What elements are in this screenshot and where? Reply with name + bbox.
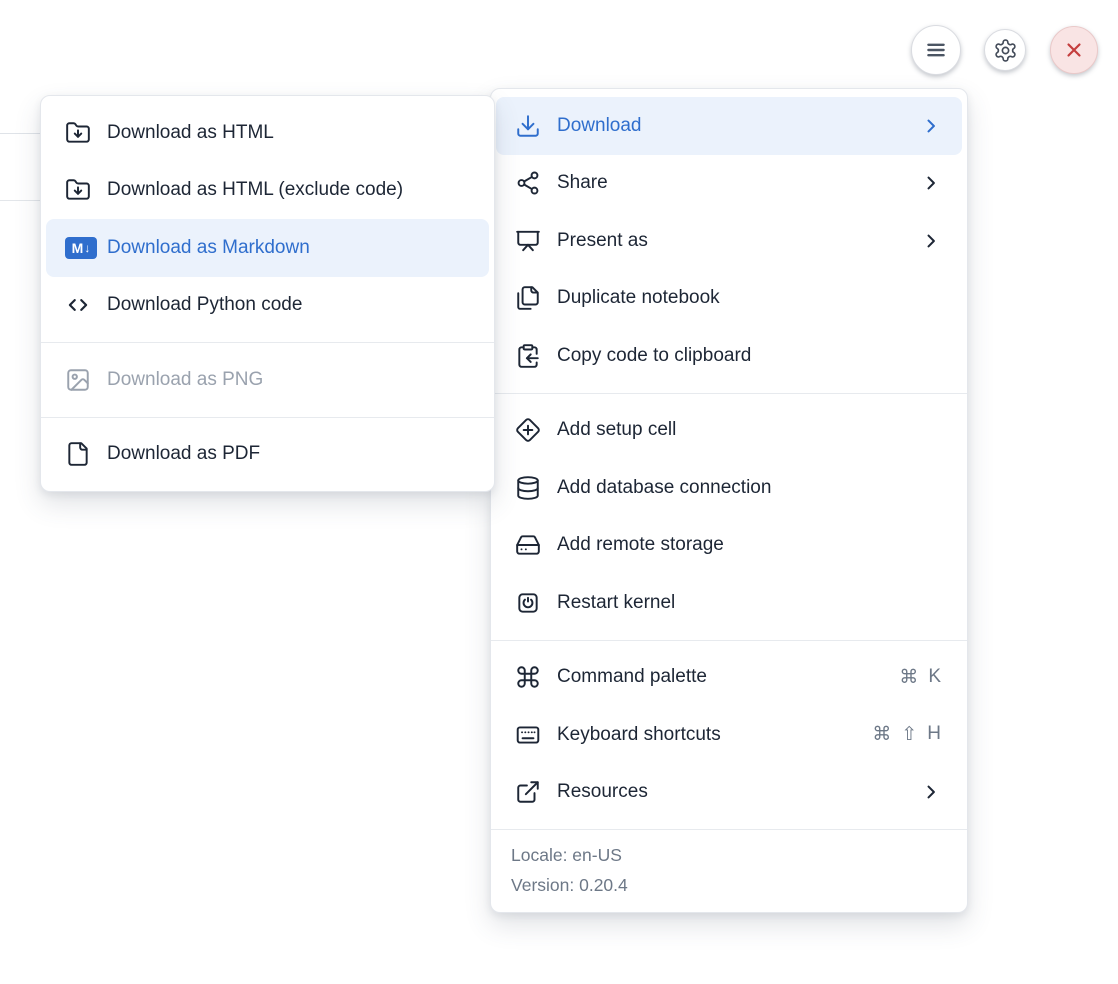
menu-item-label: Restart kernel	[557, 592, 675, 614]
external-link-icon	[515, 779, 541, 805]
shortcut-key: ⇧	[901, 723, 917, 746]
menu-item-restart-kernel[interactable]: Restart kernel	[491, 574, 967, 632]
menu-item-command-palette[interactable]: Command palette⌘K	[491, 649, 967, 707]
menu-item-label: Command palette	[557, 666, 707, 688]
shortcut-key: K	[928, 666, 941, 689]
keyboard-shortcut-hint: ⌘ ⇧ H	[872, 723, 941, 746]
keyboard-icon	[515, 722, 541, 748]
notebook-actions-menu: Download Share Present as Duplicate noteboo…	[490, 88, 968, 913]
menu-item-download[interactable]: Download	[496, 97, 962, 155]
menu-item-label: Add setup cell	[557, 419, 676, 441]
chevron-right-icon	[921, 173, 941, 193]
hamburger-icon	[923, 37, 949, 63]
image-icon	[65, 367, 91, 393]
share-icon	[515, 170, 541, 196]
markdown-icon: M↓	[65, 235, 91, 261]
menu-item-label: Download as PDF	[107, 443, 260, 465]
menu-item-label: Share	[557, 172, 608, 194]
locale-label: Locale: en-US	[511, 840, 947, 870]
keyboard-shortcut-hint: ⌘K	[899, 666, 941, 689]
folder-download-icon	[65, 120, 91, 146]
gear-icon	[993, 38, 1018, 63]
menu-item-label: Present as	[557, 230, 648, 252]
shortcut-key: ⌘	[899, 666, 918, 689]
menu-item-label: Add remote storage	[557, 534, 724, 556]
menu-item-label: Duplicate notebook	[557, 287, 720, 309]
version-label: Version: 0.20.4	[511, 870, 947, 900]
menu-item-label: Download as HTML	[107, 122, 274, 144]
shortcut-key: H	[927, 723, 941, 746]
menu-item-label: Download as PNG	[107, 369, 263, 391]
background-divider-line	[0, 200, 40, 201]
menu-item-label: Download as Markdown	[107, 237, 310, 259]
menu-item-download-as-markdown[interactable]: M↓ Download as Markdown	[46, 219, 489, 277]
download-submenu: Download as HTML Download as HTML (exclud…	[40, 95, 495, 492]
database-icon	[515, 475, 541, 501]
clipboard-copy-icon	[515, 343, 541, 369]
menu-item-download-python-code[interactable]: Download Python code	[41, 277, 494, 335]
file-icon	[65, 441, 91, 467]
diamond-plus-icon	[515, 417, 541, 443]
background-divider-line	[0, 133, 40, 134]
menu-item-label: Copy code to clipboard	[557, 345, 751, 367]
menu-footer: Locale: en-USVersion: 0.20.4	[491, 830, 967, 912]
menu-item-download-as-pdf[interactable]: Download as PDF	[41, 426, 494, 484]
menu-item-label: Download	[557, 115, 642, 137]
menu-item-resources[interactable]: Resources	[491, 764, 967, 822]
duplicate-icon	[515, 285, 541, 311]
menu-item-duplicate-notebook[interactable]: Duplicate notebook	[491, 270, 967, 328]
menu-item-download-as-html[interactable]: Download as HTML	[41, 104, 494, 162]
folder-download-icon	[65, 177, 91, 203]
shutdown-button[interactable]	[1050, 26, 1098, 74]
command-icon	[515, 664, 541, 690]
chevron-right-icon	[921, 231, 941, 251]
menu-section: Add setup cell Add database connection Add…	[491, 394, 967, 640]
menu-item-label: Keyboard shortcuts	[557, 724, 721, 746]
code-icon	[65, 292, 91, 318]
menu-section: Download Share Present as Duplicate noteboo…	[491, 89, 967, 393]
power-icon	[515, 590, 541, 616]
menu-item-present-as[interactable]: Present as	[491, 212, 967, 270]
menu-item-download-as-html-exclude-code[interactable]: Download as HTML (exclude code)	[41, 162, 494, 220]
menu-item-add-setup-cell[interactable]: Add setup cell	[491, 402, 967, 460]
presentation-icon	[515, 228, 541, 254]
settings-button[interactable]	[984, 29, 1026, 71]
menu-item-label: Download Python code	[107, 294, 302, 316]
download-icon	[515, 113, 541, 139]
menu-item-add-remote-storage[interactable]: Add remote storage	[491, 517, 967, 575]
close-icon	[1062, 38, 1086, 62]
menu-item-label: Download as HTML (exclude code)	[107, 179, 403, 201]
menu-item-label: Resources	[557, 781, 648, 803]
menu-section: Command palette⌘KKeyboard shortcuts⌘⇧HRe…	[491, 641, 967, 830]
menu-item-download-as-png: Download as PNG	[41, 351, 494, 409]
menu-section: Download as PNG	[41, 343, 494, 417]
menu-toggle-button[interactable]	[911, 25, 961, 75]
menu-section: Download as PDF	[41, 418, 494, 492]
menu-section: Download as HTML Download as HTML (exclud…	[41, 96, 494, 342]
chevron-right-icon	[921, 116, 941, 136]
shortcut-key: ⌘	[872, 723, 891, 746]
chevron-right-icon	[921, 782, 941, 802]
menu-item-share[interactable]: Share	[491, 155, 967, 213]
menu-item-add-database-connection[interactable]: Add database connection	[491, 459, 967, 517]
menu-item-keyboard-shortcuts[interactable]: Keyboard shortcuts ⌘ ⇧ H	[491, 706, 967, 764]
menu-item-copy-code-to-clipboard[interactable]: Copy code to clipboard	[491, 327, 967, 385]
hard-drive-icon	[515, 532, 541, 558]
menu-item-label: Add database connection	[557, 477, 771, 499]
